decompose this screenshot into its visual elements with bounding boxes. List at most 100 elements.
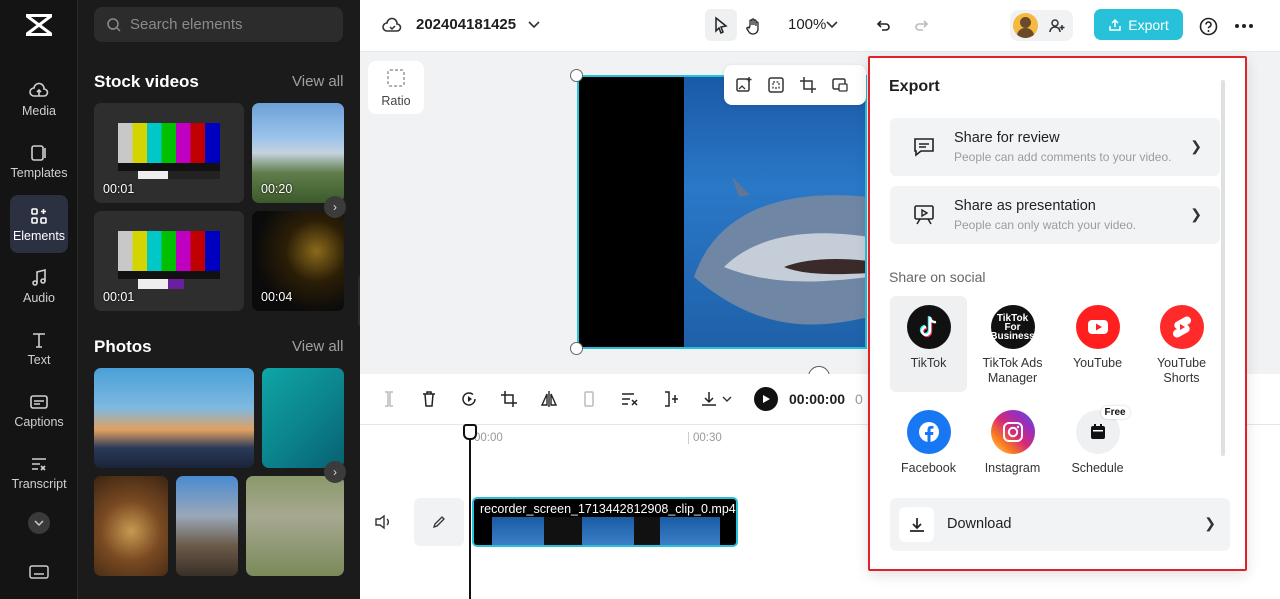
schedule-button[interactable]: Free Schedule (1059, 406, 1136, 476)
zoom-level[interactable]: 100% (788, 16, 826, 33)
more-nav-button[interactable] (28, 512, 50, 534)
next-photos-button[interactable]: › (324, 461, 346, 483)
nav-templates[interactable]: Templates (10, 132, 68, 190)
badge-text: TikTok For Business (990, 312, 1035, 342)
photo-thumb[interactable] (262, 368, 344, 468)
share-as-presentation-button[interactable]: Share as presentation People can only wa… (890, 186, 1220, 244)
video-clip[interactable]: recorder_screen_1713442812908_clip_0.mp4 (472, 497, 738, 547)
video-preview[interactable] (577, 75, 867, 349)
view-all-videos-link[interactable]: View all (292, 73, 343, 90)
download-icon-box (899, 507, 934, 542)
keyboard-shortcuts-button[interactable] (28, 562, 50, 582)
view-all-photos-link[interactable]: View all (292, 338, 343, 355)
chevron-down-icon[interactable] (826, 20, 838, 30)
freeze-frame-icon[interactable] (580, 390, 598, 408)
share-facebook-button[interactable]: Facebook (890, 410, 967, 476)
youtube-icon (1075, 305, 1120, 349)
avatar[interactable] (1013, 13, 1038, 38)
ruler-mark: 00:00 (474, 432, 503, 444)
nav-label: Media (21, 103, 57, 118)
instagram-icon (990, 410, 1035, 454)
add-user-icon[interactable] (1048, 17, 1066, 35)
nav-text[interactable]: Text (10, 319, 68, 377)
rotate-handle[interactable] (808, 366, 830, 374)
ratio-label: Ratio (381, 93, 411, 108)
trim-icon[interactable] (662, 390, 680, 408)
nav-audio[interactable]: Audio (10, 257, 68, 315)
share-youtube-button[interactable]: YouTube (1059, 305, 1136, 371)
capcut-logo (26, 14, 52, 36)
search-input[interactable]: Search elements (130, 16, 243, 33)
photo-thumb[interactable] (246, 476, 344, 576)
social-label: Schedule (1071, 461, 1124, 475)
download-icon[interactable] (700, 390, 718, 408)
playhead[interactable] (469, 424, 471, 599)
elements-icon (31, 207, 47, 224)
social-label: Facebook (901, 461, 956, 475)
playhead-handle[interactable] (463, 424, 477, 440)
youtube-shorts-icon (1159, 305, 1204, 349)
remove-background-icon[interactable] (620, 390, 640, 408)
pencil-icon (432, 516, 445, 529)
project-name[interactable]: 202404181425 (416, 16, 516, 33)
video-thumb[interactable]: 00:04 (252, 211, 344, 311)
hand-tool-button[interactable] (740, 12, 768, 40)
export-icon (1109, 18, 1122, 31)
search-box[interactable]: Search elements (94, 7, 343, 42)
flip-icon[interactable] (540, 390, 558, 408)
resize-handle[interactable] (570, 342, 583, 355)
add-image-icon[interactable] (735, 76, 753, 94)
volume-icon[interactable] (374, 514, 392, 530)
more-options-button[interactable] (1230, 12, 1258, 40)
chevron-right-icon: ❯ (1204, 515, 1216, 531)
top-bar: 202404181425 100% Export (360, 0, 1280, 52)
share-tiktok-button[interactable]: TikTok (890, 296, 967, 392)
nav-transcript[interactable]: Transcript (10, 443, 68, 501)
undo-button[interactable] (869, 12, 897, 40)
nav-media[interactable]: Media (10, 70, 68, 128)
play-button[interactable] (754, 387, 778, 411)
photo-thumb[interactable] (94, 368, 254, 468)
chevron-down-icon[interactable] (722, 395, 732, 403)
time-separator: 0 (855, 391, 863, 407)
edit-track-button[interactable] (414, 498, 464, 546)
share-for-review-button[interactable]: Share for review People can add comments… (890, 118, 1220, 176)
scrollbar[interactable] (1221, 80, 1225, 456)
replace-icon[interactable] (831, 76, 849, 94)
video-thumb[interactable]: 00:20 (252, 103, 344, 203)
download-icon (909, 517, 924, 532)
video-thumb[interactable]: 00:01 (94, 103, 244, 203)
ratio-button[interactable]: Ratio (368, 61, 424, 114)
share-instagram-button[interactable]: Instagram (974, 410, 1051, 476)
help-button[interactable] (1194, 12, 1222, 40)
crop-icon[interactable] (799, 76, 817, 94)
color-bars-image (118, 123, 220, 179)
redo-icon (915, 20, 929, 31)
export-button[interactable]: Export (1094, 9, 1183, 40)
chevron-down-icon[interactable] (528, 20, 540, 30)
color-bars-image (118, 231, 220, 289)
replay-icon[interactable] (460, 390, 478, 408)
resize-handle[interactable] (570, 69, 583, 82)
delete-icon[interactable] (420, 390, 438, 408)
redo-button[interactable] (908, 12, 936, 40)
crop-icon[interactable] (500, 390, 518, 408)
nav-elements[interactable]: Elements (10, 195, 68, 253)
select-tool-button[interactable] (705, 9, 737, 41)
chevron-right-icon: › (333, 465, 337, 479)
calendar-icon: Free (1075, 406, 1130, 454)
fit-screen-icon[interactable] (767, 76, 785, 94)
nav-label: Text (27, 352, 51, 367)
video-thumb[interactable]: 00:01 (94, 211, 244, 311)
split-icon[interactable] (380, 390, 398, 408)
nav-captions[interactable]: Captions (10, 381, 68, 439)
share-social-heading: Share on social (889, 269, 986, 285)
share-tiktok-ads-button[interactable]: TikTok For Business TikTok Ads Manager (974, 305, 1051, 386)
download-button[interactable]: Download ❯ (890, 498, 1230, 551)
next-videos-button[interactable]: › (324, 196, 346, 218)
photo-thumb[interactable] (94, 476, 168, 576)
share-youtube-shorts-button[interactable]: YouTube Shorts (1143, 305, 1220, 386)
photo-thumb[interactable] (176, 476, 238, 576)
photos-title: Photos (94, 337, 152, 356)
nav-label: Templates (10, 165, 68, 180)
